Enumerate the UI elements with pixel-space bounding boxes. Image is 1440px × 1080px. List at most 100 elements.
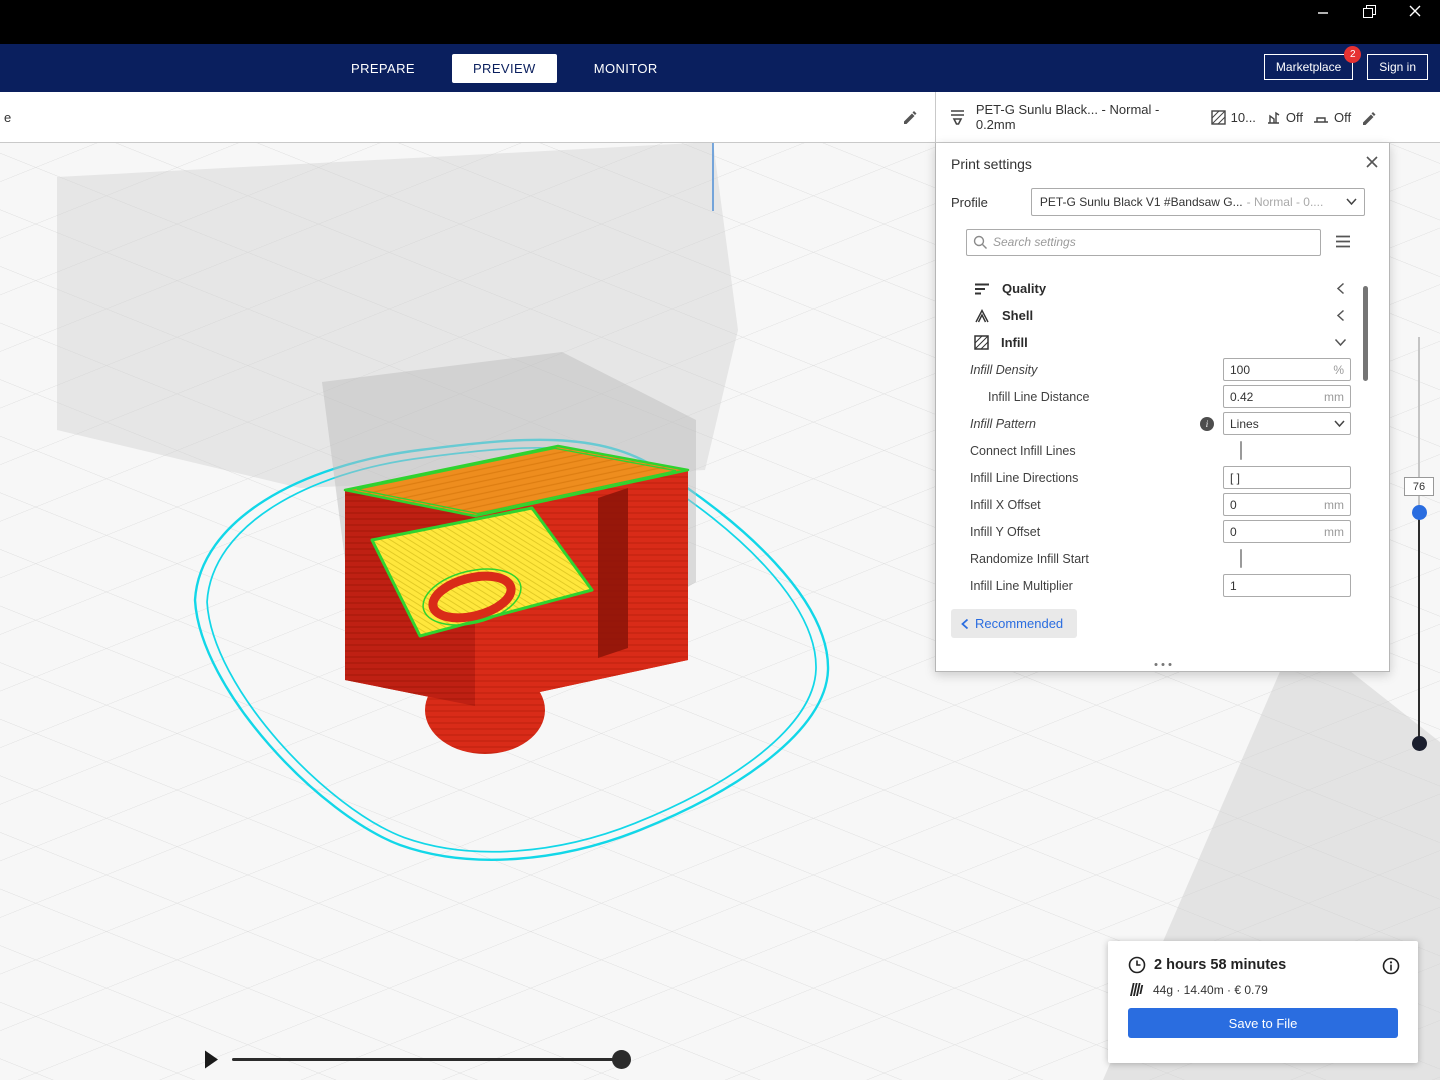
infill-x-offset-input[interactable]: 0 mm	[1223, 493, 1351, 516]
infill-summary-value: 10...	[1230, 109, 1256, 125]
tab-prepare[interactable]: PREPARE	[330, 54, 436, 83]
search-icon	[973, 235, 987, 249]
category-quality[interactable]: Quality	[936, 275, 1389, 302]
cura-window: PREPARE PREVIEW MONITOR Marketplace 2 Si…	[0, 0, 1440, 1080]
infill-line-directions-input[interactable]: [ ]	[1223, 466, 1351, 489]
profile-dropdown[interactable]: PET-G Sunlu Black V1 #Bandsaw G... - Nor…	[1030, 188, 1365, 216]
setting-value: Lines	[1230, 416, 1259, 431]
setting-unit: %	[1333, 362, 1344, 377]
material-nozzle-icon	[951, 110, 964, 125]
recommended-mode-button[interactable]: Recommended	[951, 609, 1078, 638]
print-setup-selector[interactable]: PET-G Sunlu Black... - Normal - 0.2mm 10…	[935, 92, 1390, 142]
restore-button[interactable]	[1354, 0, 1384, 22]
search-input[interactable]	[966, 228, 1321, 256]
playback-track[interactable]	[232, 1058, 622, 1061]
play-icon[interactable]	[204, 1050, 219, 1069]
setting-label: Infill Line Multiplier	[970, 578, 1073, 593]
profile-label: Profile	[951, 194, 988, 210]
setting-value: 0	[1230, 524, 1237, 539]
settings-scrollbar[interactable]	[1363, 286, 1368, 381]
info-icon[interactable]	[1382, 957, 1400, 975]
infill-pattern-dropdown[interactable]: Lines	[1223, 412, 1351, 435]
minimize-button[interactable]	[1308, 0, 1338, 22]
marketplace-button[interactable]: Marketplace 2	[1263, 46, 1362, 80]
material-usage-estimate: 44g · 14.40m · € 0.79	[1153, 982, 1268, 997]
setting-value: 100	[1230, 362, 1251, 377]
setting-row-infill-line-distance: Infill Line Distance 0.42 mm	[936, 383, 1389, 410]
tab-preview[interactable]: PREVIEW	[451, 53, 557, 83]
marketplace-label: Marketplace	[1275, 60, 1342, 74]
setting-label: Infill Pattern	[970, 416, 1037, 431]
close-panel-icon[interactable]	[1365, 155, 1379, 169]
window-titlebar	[0, 0, 1440, 44]
shell-icon	[975, 308, 989, 322]
chevron-left-icon	[961, 618, 969, 629]
playback-handle[interactable]	[612, 1050, 631, 1069]
sign-in-button[interactable]: Sign in	[1367, 54, 1428, 80]
hamburger-menu-icon[interactable]	[1335, 235, 1351, 248]
setting-label: Connect Infill Lines	[970, 443, 1076, 458]
infill-line-multiplier-input[interactable]: 1	[1223, 574, 1351, 597]
clock-icon	[1128, 956, 1146, 974]
layer-value-label: 76	[1404, 477, 1434, 496]
stage-tabs: PREPARE PREVIEW MONITOR	[330, 44, 679, 92]
support-icon	[1267, 111, 1280, 124]
close-icon	[1409, 5, 1421, 17]
printer-name-truncated: e	[4, 109, 12, 125]
minimize-icon	[1318, 12, 1328, 14]
recommended-label: Recommended	[975, 616, 1064, 631]
tab-monitor[interactable]: MONITOR	[573, 54, 679, 83]
pencil-icon[interactable]	[902, 109, 917, 124]
chevron-down-icon	[1346, 198, 1357, 206]
adhesion-icon	[1314, 116, 1329, 123]
save-to-file-button[interactable]: Save to File	[1128, 1008, 1398, 1038]
chevron-down-icon	[1334, 338, 1347, 347]
profile-suffix: - Normal - 0....	[1246, 195, 1324, 209]
setting-row-randomize-infill-start: Randomize Infill Start	[936, 545, 1389, 572]
profile-value: PET-G Sunlu Black V1 #Bandsaw G...	[1039, 195, 1243, 209]
layer-slider-lower-handle[interactable]	[1412, 736, 1427, 751]
close-button[interactable]	[1400, 0, 1430, 22]
setting-value: 1	[1230, 578, 1237, 593]
marketplace-badge: 2	[1344, 46, 1362, 63]
setting-row-infill-pattern: Infill Pattern i Lines	[936, 410, 1389, 437]
panel-resize-handle[interactable]	[1154, 663, 1171, 666]
layer-slider: 76	[1400, 330, 1440, 760]
simulation-playback	[0, 1040, 700, 1080]
setting-row-infill-x-offset: Infill X Offset 0 mm	[936, 491, 1389, 518]
infill-icon	[974, 335, 989, 350]
category-label: Quality	[1002, 281, 1047, 296]
chevron-down-icon	[1334, 420, 1345, 428]
support-summary-value: Off	[1285, 109, 1304, 125]
sign-in-label: Sign in	[1379, 60, 1416, 74]
adhesion-summary-value: Off	[1334, 109, 1352, 125]
infill-density-input[interactable]: 100 %	[1223, 358, 1351, 381]
setting-value: [ ]	[1230, 470, 1241, 485]
pencil-icon[interactable]	[1361, 110, 1376, 125]
setting-row-infill-y-offset: Infill Y Offset 0 mm	[936, 518, 1389, 545]
material-summary: PET-G Sunlu Black... - Normal - 0.2mm	[975, 102, 1160, 132]
setting-label: Randomize Infill Start	[970, 551, 1089, 566]
setting-row-infill-line-directions: Infill Line Directions [ ]	[936, 464, 1389, 491]
randomize-infill-start-checkbox[interactable]	[1240, 548, 1242, 568]
infill-y-offset-input[interactable]: 0 mm	[1223, 520, 1351, 543]
info-icon[interactable]: i	[1200, 416, 1214, 431]
setting-unit: mm	[1324, 389, 1344, 404]
quality-icon	[975, 283, 989, 294]
setting-label: Infill X Offset	[970, 497, 1041, 512]
category-shell[interactable]: Shell	[936, 302, 1389, 329]
setting-label: Infill Y Offset	[970, 524, 1041, 539]
chevron-left-icon	[1336, 309, 1345, 322]
setting-label: Infill Line Directions	[970, 470, 1079, 485]
model-slot	[598, 488, 628, 658]
setting-value: 0.42	[1230, 389, 1254, 404]
printer-selector[interactable]: e	[0, 92, 935, 142]
category-infill[interactable]: Infill	[936, 329, 1389, 356]
print-job-card: 2 hours 58 minutes 44g · 14.40m · € 0.79…	[1108, 941, 1418, 1063]
setting-label: Infill Line Distance	[988, 389, 1090, 404]
layer-slider-upper-handle[interactable]	[1412, 505, 1427, 520]
stage-navbar: PREPARE PREVIEW MONITOR Marketplace 2 Si…	[0, 44, 1440, 92]
connect-infill-lines-checkbox[interactable]	[1240, 440, 1242, 460]
setting-list: Quality Shell Infill Infill Density 100 …	[936, 261, 1389, 599]
infill-line-distance-input[interactable]: 0.42 mm	[1223, 385, 1351, 408]
